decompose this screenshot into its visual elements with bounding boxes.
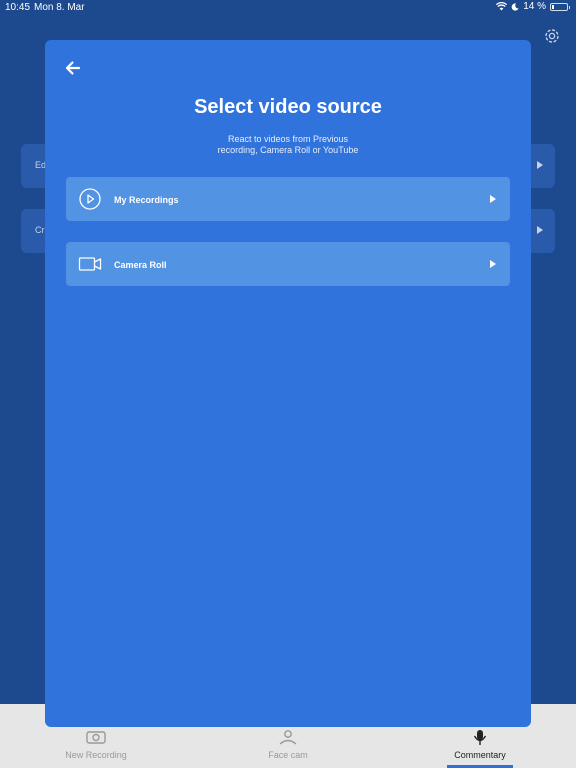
modal-subtitle: React to videos from Previous recording,…	[188, 134, 388, 156]
option-camera-roll[interactable]: Camera Roll	[66, 242, 510, 286]
subtitle-line: recording, Camera Roll or YouTube	[217, 145, 359, 155]
tab-label: Commentary	[454, 750, 506, 760]
moon-icon	[511, 2, 519, 11]
subtitle-line: React to videos from Previous	[227, 134, 349, 144]
back-arrow-icon[interactable]	[63, 58, 83, 78]
status-time: 10:45	[5, 2, 31, 13]
battery-percent: 14 %	[523, 1, 546, 12]
chevron-right-icon	[490, 260, 496, 268]
option-label: Camera Roll	[114, 260, 167, 270]
battery-icon	[550, 2, 570, 11]
status-bar: 10:45 Mon 8. Mar 14 %	[0, 0, 576, 16]
background-card-label: Cr	[35, 225, 45, 235]
wifi-icon	[496, 2, 508, 11]
chevron-right-icon	[490, 195, 496, 203]
tab-label: New Recording	[65, 750, 127, 760]
modal-title: Select video source	[194, 96, 382, 118]
tab-label: Face cam	[268, 750, 308, 760]
play-circle-icon	[79, 188, 101, 210]
video-camera-icon	[78, 257, 102, 271]
chevron-right-icon	[537, 161, 543, 169]
option-label: My Recordings	[114, 195, 179, 205]
option-my-recordings[interactable]: My Recordings	[66, 177, 510, 221]
settings-gear-icon[interactable]	[542, 26, 562, 46]
video-source-modal: Select video source React to videos from…	[45, 40, 531, 727]
status-date: Mon 8. Mar	[34, 2, 85, 13]
chevron-right-icon	[537, 226, 543, 234]
status-indicators: 14 %	[496, 1, 570, 12]
